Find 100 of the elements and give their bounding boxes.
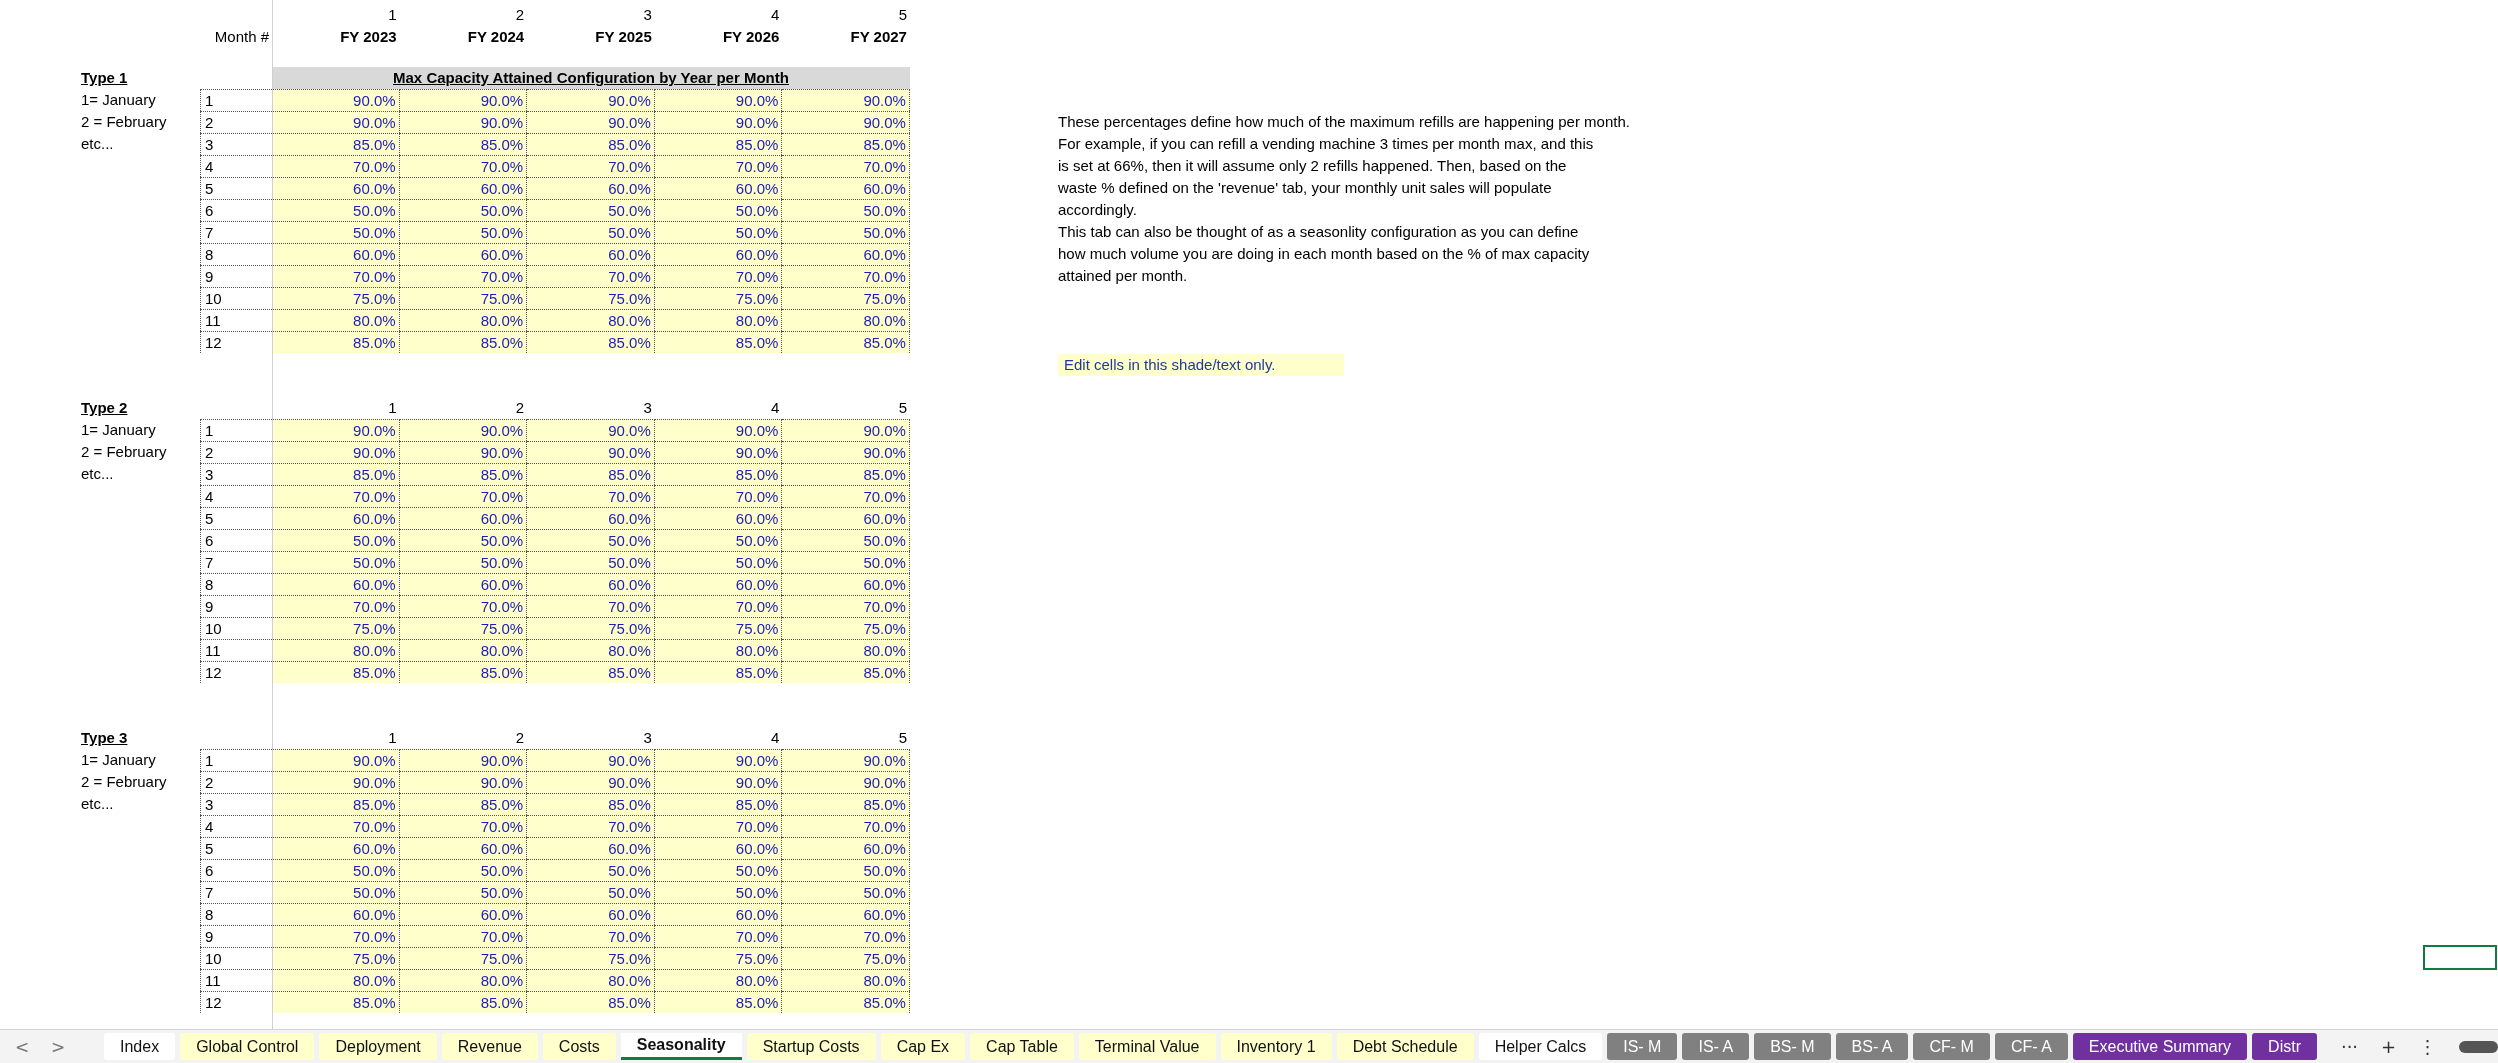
value-cell[interactable]: 50.0% [272, 859, 400, 881]
month-cell[interactable]: 10 [200, 617, 272, 639]
value-cell[interactable]: 50.0% [782, 221, 910, 243]
value-cell[interactable]: 60.0% [654, 507, 783, 529]
month-cell[interactable]: 3 [200, 463, 272, 485]
sheet-tab[interactable]: CF- A [1994, 1033, 2068, 1060]
month-cell[interactable]: 2 [200, 111, 272, 133]
value-cell[interactable]: 75.0% [399, 287, 528, 309]
sheet-tab[interactable]: Revenue [441, 1033, 538, 1060]
value-cell[interactable]: 90.0% [272, 441, 400, 463]
month-cell[interactable]: 4 [200, 155, 272, 177]
value-cell[interactable]: 90.0% [272, 419, 400, 441]
value-cell[interactable]: 85.0% [399, 463, 528, 485]
value-cell[interactable]: 90.0% [399, 771, 528, 793]
value-cell[interactable]: 50.0% [654, 221, 783, 243]
value-cell[interactable]: 85.0% [272, 793, 400, 815]
value-cell[interactable]: 70.0% [782, 155, 910, 177]
month-cell[interactable]: 7 [200, 221, 272, 243]
value-cell[interactable]: 90.0% [272, 111, 400, 133]
month-cell[interactable]: 10 [200, 287, 272, 309]
value-cell[interactable]: 60.0% [527, 573, 655, 595]
value-cell[interactable]: 90.0% [399, 419, 528, 441]
value-cell[interactable]: 50.0% [654, 551, 783, 573]
value-cell[interactable]: 75.0% [272, 947, 400, 969]
value-cell[interactable]: 80.0% [272, 309, 400, 331]
value-cell[interactable]: 90.0% [782, 441, 910, 463]
value-cell[interactable]: 90.0% [272, 771, 400, 793]
value-cell[interactable]: 50.0% [272, 221, 400, 243]
value-cell[interactable]: 90.0% [654, 441, 783, 463]
value-cell[interactable]: 60.0% [782, 507, 910, 529]
value-cell[interactable]: 60.0% [272, 177, 400, 199]
value-cell[interactable]: 50.0% [654, 881, 783, 903]
value-cell[interactable]: 70.0% [782, 925, 910, 947]
value-cell[interactable]: 50.0% [272, 881, 400, 903]
month-cell[interactable]: 4 [200, 815, 272, 837]
value-cell[interactable]: 75.0% [272, 617, 400, 639]
value-cell[interactable]: 75.0% [399, 617, 528, 639]
value-cell[interactable]: 90.0% [272, 89, 400, 111]
value-cell[interactable]: 70.0% [782, 265, 910, 287]
value-cell[interactable]: 80.0% [782, 309, 910, 331]
value-cell[interactable]: 50.0% [782, 859, 910, 881]
value-cell[interactable]: 60.0% [272, 573, 400, 595]
value-cell[interactable]: 50.0% [527, 859, 655, 881]
month-cell[interactable]: 3 [200, 793, 272, 815]
value-cell[interactable]: 75.0% [782, 287, 910, 309]
value-cell[interactable]: 70.0% [782, 485, 910, 507]
value-cell[interactable]: 85.0% [272, 991, 400, 1013]
value-cell[interactable]: 75.0% [272, 287, 400, 309]
value-cell[interactable]: 70.0% [272, 265, 400, 287]
value-cell[interactable]: 85.0% [527, 661, 655, 683]
value-cell[interactable]: 50.0% [399, 529, 528, 551]
value-cell[interactable]: 60.0% [527, 243, 655, 265]
value-cell[interactable]: 85.0% [399, 661, 528, 683]
value-cell[interactable]: 90.0% [782, 111, 910, 133]
sheet-tab[interactable]: BS- M [1754, 1033, 1831, 1060]
value-cell[interactable]: 70.0% [654, 595, 783, 617]
value-cell[interactable]: 75.0% [782, 617, 910, 639]
value-cell[interactable]: 70.0% [782, 595, 910, 617]
value-cell[interactable]: 80.0% [782, 639, 910, 661]
value-cell[interactable]: 85.0% [782, 661, 910, 683]
value-cell[interactable]: 50.0% [272, 199, 400, 221]
value-cell[interactable]: 75.0% [399, 947, 528, 969]
month-cell[interactable]: 4 [200, 485, 272, 507]
sheet-tab[interactable]: Executive Summary [2072, 1033, 2248, 1060]
value-cell[interactable]: 75.0% [527, 287, 655, 309]
value-cell[interactable]: 80.0% [654, 639, 783, 661]
value-cell[interactable]: 85.0% [654, 661, 783, 683]
value-cell[interactable]: 60.0% [654, 903, 783, 925]
month-cell[interactable]: 11 [200, 639, 272, 661]
value-cell[interactable]: 85.0% [527, 331, 655, 353]
value-cell[interactable]: 50.0% [399, 881, 528, 903]
value-cell[interactable]: 70.0% [399, 265, 528, 287]
tab-action-button[interactable]: + [2369, 1030, 2408, 1063]
value-cell[interactable]: 90.0% [527, 89, 655, 111]
value-cell[interactable]: 60.0% [272, 507, 400, 529]
sheet-tab[interactable]: Cap Table [970, 1033, 1074, 1060]
value-cell[interactable]: 90.0% [272, 749, 400, 771]
sheet-tab[interactable]: Debt Schedule [1336, 1033, 1474, 1060]
value-cell[interactable]: 70.0% [399, 595, 528, 617]
value-cell[interactable]: 60.0% [782, 177, 910, 199]
sheet-tab[interactable]: CF- M [1913, 1033, 1990, 1060]
value-cell[interactable]: 60.0% [399, 573, 528, 595]
value-cell[interactable]: 50.0% [782, 199, 910, 221]
value-cell[interactable]: 70.0% [527, 485, 655, 507]
value-cell[interactable]: 90.0% [782, 749, 910, 771]
value-cell[interactable]: 60.0% [782, 243, 910, 265]
sheet-tab[interactable]: BS- A [1835, 1033, 1909, 1060]
month-cell[interactable]: 10 [200, 947, 272, 969]
value-cell[interactable]: 85.0% [782, 463, 910, 485]
value-cell[interactable]: 50.0% [527, 199, 655, 221]
value-cell[interactable]: 70.0% [272, 595, 400, 617]
value-cell[interactable]: 90.0% [654, 111, 783, 133]
month-cell[interactable]: 9 [200, 595, 272, 617]
value-cell[interactable]: 90.0% [399, 111, 528, 133]
sheet-tab[interactable]: Startup Costs [746, 1033, 876, 1060]
month-cell[interactable]: 1 [200, 749, 272, 771]
value-cell[interactable]: 60.0% [654, 573, 783, 595]
month-cell[interactable]: 2 [200, 441, 272, 463]
value-cell[interactable]: 60.0% [527, 177, 655, 199]
value-cell[interactable]: 50.0% [527, 529, 655, 551]
